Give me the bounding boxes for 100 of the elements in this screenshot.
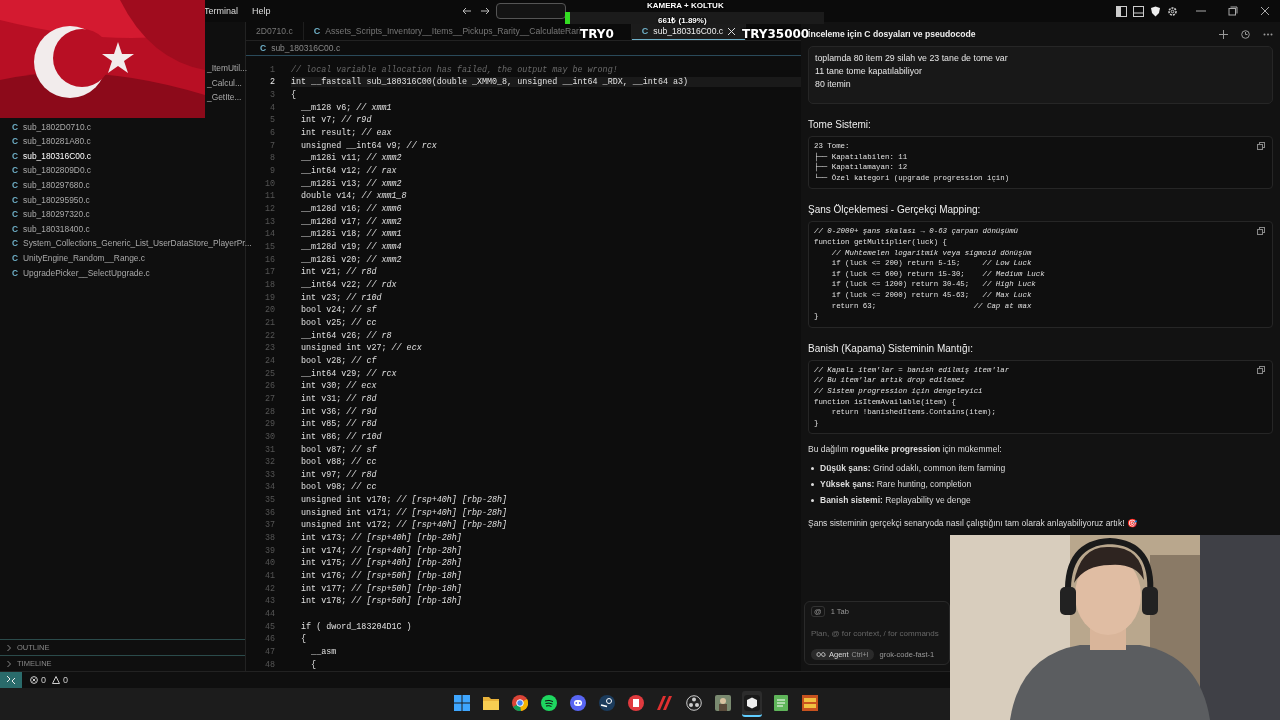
history-icon[interactable]	[1241, 29, 1250, 39]
section-heading: Şans Ölçeklemesi - Gerçekçi Mapping:	[808, 204, 982, 216]
code-line: __int64 v26; // r8	[300, 330, 392, 341]
c-file-icon: C	[12, 267, 19, 278]
bullet-icon	[811, 482, 814, 486]
file-item[interactable]: UnityEngine_Random__Range.c	[23, 253, 146, 263]
plus-icon[interactable]	[1219, 29, 1228, 39]
code-line: int v175; // [rsp+40h] [rbp-28h]	[300, 558, 462, 569]
code-line: __m128d v17; // xmm2	[300, 216, 402, 227]
menu-item[interactable]: Terminal	[204, 6, 238, 16]
file-item[interactable]: sub_180297680.c	[23, 180, 90, 191]
section-heading: Banish (Kapama) Sisteminin Mantığı:	[808, 342, 975, 354]
file-item[interactable]: _Calcul...	[207, 75, 242, 91]
file-item[interactable]: sub_180318400.c	[23, 223, 90, 234]
taskbar-app[interactable]	[742, 691, 762, 717]
file-item[interactable]: _GetIte...	[207, 90, 242, 105]
line-number: 6	[268, 128, 276, 139]
code-line: {	[300, 634, 307, 645]
code-line: int v97; // r8d	[300, 469, 377, 480]
sidebar-toggle-icon[interactable]	[1116, 5, 1127, 17]
remote-icon[interactable]	[0, 672, 22, 688]
settings-icon[interactable]	[1167, 5, 1178, 17]
code-line: {	[310, 659, 317, 670]
c-file-icon: C	[12, 121, 19, 132]
counter-text: TRY0	[580, 27, 614, 41]
line-number: 40	[263, 558, 276, 569]
line-number: 34	[263, 482, 276, 493]
file-item[interactable]: sub_1802809D0.c	[23, 165, 92, 176]
code-line: unsigned int v27; // ecx	[300, 343, 422, 354]
c-file-icon: C	[12, 180, 19, 191]
code-line: bool v24; // sf	[300, 305, 377, 316]
line-number: 7	[268, 140, 276, 151]
code-line: int v21; // r8d	[300, 267, 377, 278]
c-file-icon: C	[12, 238, 19, 249]
back-icon[interactable]	[462, 6, 472, 16]
copy-icon[interactable]	[1257, 365, 1265, 374]
warning-count[interactable]: 0	[63, 675, 69, 685]
code-line: __m128d v16; // xmm6	[300, 204, 402, 215]
menu-item[interactable]: Help	[252, 6, 271, 16]
breadcrumb[interactable]: sub_180316C00.c	[271, 42, 341, 53]
c-file-icon: C	[260, 42, 267, 53]
copy-icon[interactable]	[1257, 142, 1265, 150]
forward-icon[interactable]	[480, 6, 490, 16]
message-text: toplamda 80 item 29 silah ve 23 tane de tome var	[815, 53, 1009, 65]
line-number: 3	[268, 90, 276, 101]
line-number: 24	[263, 355, 276, 366]
bullet-icon	[811, 498, 814, 502]
line-number: 18	[263, 280, 276, 290]
command-center-field[interactable]	[496, 3, 566, 19]
panel-toggle-icon[interactable]	[1133, 5, 1144, 17]
paragraph: Şans sisteminin gerçekçi senaryoda nasıl çalıştığını tam olarak anlayabiliyoruz artık! 🎯	[808, 518, 1139, 529]
file-item[interactable]: sub_1802D0710.c	[23, 121, 92, 132]
code-line: int v178; // [rsp+50h] [rbp-18h]	[300, 596, 462, 607]
code-line: bool v28; // cf	[300, 355, 377, 366]
list-item: Yüksek şans: Rare hunting, completion	[820, 479, 972, 490]
paragraph: Bu dağılım roguelike progression için mükemmel:	[808, 444, 1003, 455]
error-count[interactable]: 0	[41, 675, 46, 685]
line-number: 32	[263, 457, 276, 468]
line-number: 47	[263, 647, 276, 657]
c-file-icon: C	[12, 223, 19, 234]
close-icon[interactable]	[1260, 6, 1270, 16]
copy-icon[interactable]	[1257, 227, 1265, 236]
line-number: 30	[263, 431, 276, 442]
line-number: 22	[263, 330, 276, 341]
line-number: 42	[263, 583, 276, 594]
file-item[interactable]: sub_180281A80.c	[23, 136, 91, 147]
line-number: 35	[263, 495, 276, 506]
line-number: 2	[268, 77, 276, 88]
message-text: 80 itemin	[815, 79, 852, 91]
code-line: unsigned int v172; // [rsp+40h] [rbp-28h]	[300, 520, 508, 531]
more-icon[interactable]	[1263, 32, 1273, 36]
file-item[interactable]: sub_180316C00.c	[23, 150, 92, 161]
file-item[interactable]: sub_180295950.c	[23, 194, 90, 205]
file-item[interactable]: _ItemUtil...	[207, 61, 248, 76]
file-item[interactable]: System_Collections_Generic_List_UserDataStore_PlayerPr...	[23, 238, 252, 249]
file-item[interactable]: UpgradePicker__SelectUpgrade.c	[23, 267, 150, 278]
line-number: 33	[263, 469, 276, 480]
line-number: 43	[263, 596, 276, 607]
editor-tab[interactable]: 2D0710.c	[246, 22, 304, 40]
c-file-icon: C	[12, 209, 19, 220]
restore-icon[interactable]	[1228, 6, 1238, 16]
code-line: int v177; // [rsp+50h] [rbp-18h]	[300, 583, 462, 594]
code-line: if ( dword_183204D1C )	[300, 621, 412, 632]
code-line: int v86; // r10d	[300, 431, 382, 442]
shield-icon[interactable]	[1150, 5, 1161, 17]
code-line: __asm	[310, 647, 337, 657]
line-number: 37	[263, 520, 276, 531]
code-line: int v30; // ecx	[300, 381, 377, 392]
file-item[interactable]: sub_180297320.c	[23, 209, 90, 220]
line-number: 36	[263, 507, 276, 518]
list-item: Düşük şans: Grind odaklı, common item farming	[820, 463, 1006, 474]
line-number: 48	[263, 659, 276, 670]
donation-goal-title: KAMERA + KOLTUK	[647, 1, 724, 10]
message-text: 11 tane tome kapatılabiliyor	[815, 66, 923, 78]
code-line: int v173; // [rsp+40h] [rbp-28h]	[300, 533, 462, 544]
line-number: 26	[263, 381, 276, 392]
code-line: int v85; // r8d	[300, 419, 377, 430]
line-number: 31	[263, 444, 276, 455]
code-line: unsigned int v170; // [rsp+40h] [rbp-28h]	[300, 495, 508, 506]
code-line: __m128i v11; // xmm2	[300, 153, 402, 164]
